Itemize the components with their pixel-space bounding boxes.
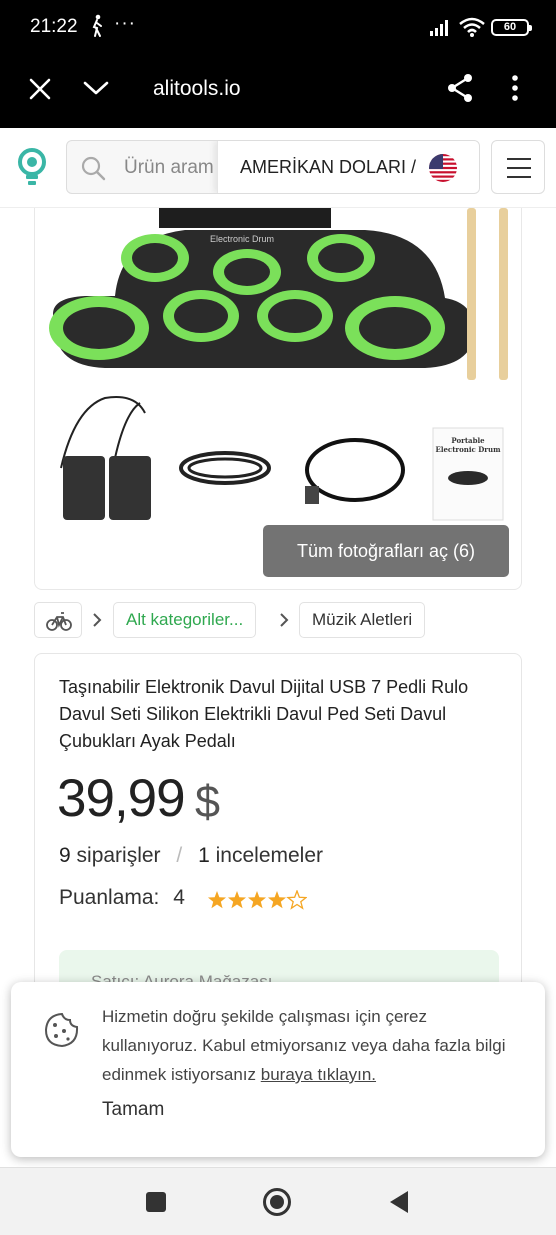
share-icon[interactable] [446,73,474,103]
home-button-icon[interactable] [262,1187,292,1217]
search-input[interactable]: Ürün aram AMERİKAN DOLARI / [66,140,480,194]
star-filled-icon [247,891,267,909]
more-notifications-icon: ··· [114,13,136,34]
rating-stars [207,890,307,910]
search-placeholder: Ürün aram [124,157,214,178]
chevron-right-icon [93,613,102,627]
back-button-icon[interactable] [388,1190,410,1214]
reviews-count[interactable]: 1 [198,844,210,867]
orders-label: siparişler [76,844,161,867]
reviews-label[interactable]: incelemeler [216,844,323,867]
star-empty-icon [286,890,307,910]
close-icon[interactable] [29,78,51,100]
price-currency: $ [195,776,221,827]
currency-selector[interactable]: AMERİKAN DOLARI / [217,141,479,193]
url-text[interactable]: alitools.io [153,77,241,101]
product-gallery[interactable]: Electronic Drum Portable Electronic Drum… [34,208,522,590]
orders-count: 9 [59,844,71,867]
breadcrumb-category[interactable]: Müzik Aletleri [299,602,426,638]
walking-icon [92,14,102,37]
orders-reviews: 9 siparişler / 1 incelemeler [59,844,323,868]
site-header: Ürün aram AMERİKAN DOLARI / [0,128,556,208]
product-title: Taşınabilir Elektronik Davul Dijital USB… [59,677,469,751]
system-navigation-bar [0,1167,556,1235]
status-bar: 21:22 ··· 60 [0,0,556,56]
star-filled-icon [207,891,227,909]
currency-label: AMERİKAN DOLARI / [240,157,417,177]
chevron-right-icon [280,613,289,627]
wifi-icon [459,17,485,37]
star-filled-icon [227,891,247,909]
cookie-icon [44,1012,79,1048]
drum-label: Electronic Drum [210,234,275,244]
search-icon [81,156,106,181]
cookie-consent-dialog: Hizmetin doğru şekilde çalışması için çe… [11,982,545,1157]
open-all-photos-button[interactable]: Tüm fotoğrafları aç (6) [263,525,509,577]
hamburger-icon [507,158,531,160]
product-price: 39,99 [57,769,186,828]
lightbulb-logo-icon[interactable] [16,148,48,188]
battery-icon: 60 [491,19,532,36]
rating-value: 4 [173,886,185,909]
breadcrumb-home[interactable] [34,602,82,638]
cookie-message: Hizmetin doğru şekilde çalışması için çe… [102,1002,522,1089]
more-vert-icon[interactable] [510,74,520,102]
us-flag-icon [429,154,457,182]
browser-toolbar: alitools.io [0,56,556,128]
star-filled-icon [267,891,287,909]
rating-label: Puanlama: [59,886,160,909]
cookie-ok-button[interactable]: Tamam [102,1099,164,1121]
bicycle-icon [46,612,72,631]
product-image [49,208,508,521]
recents-button-icon[interactable] [146,1192,166,1212]
separator: / [176,844,183,867]
manual-title: Portable Electronic Drum [435,436,501,454]
breadcrumb-subcategories[interactable]: Alt kategoriler... [113,602,257,638]
menu-button[interactable] [491,140,545,194]
rating-row: Puanlama: 4 [59,886,185,910]
status-time: 21:22 [30,16,78,37]
chevron-down-icon[interactable] [83,80,109,96]
cookie-more-info-link[interactable]: buraya tıklayın. [261,1065,376,1084]
signal-icon [430,20,448,36]
